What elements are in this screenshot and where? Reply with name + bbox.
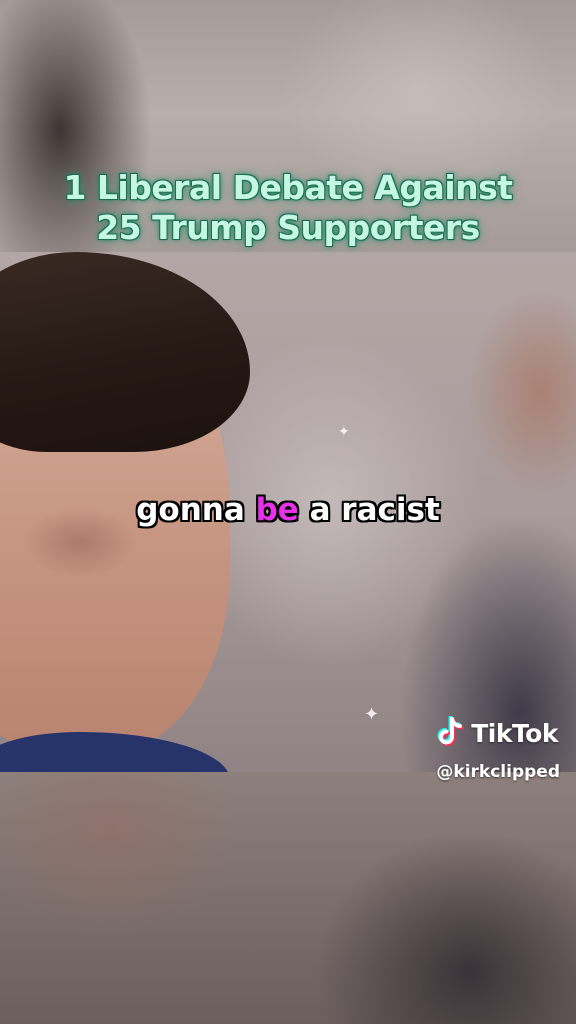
title-line-1: 1 Liberal Debate Against: [63, 168, 513, 207]
video-screen[interactable]: ✦ ✦ 1 Liberal Debate Against 25 Trump Su…: [0, 0, 576, 1024]
caption-text-before: gonna: [136, 492, 256, 528]
caption-highlight-word: be: [255, 492, 299, 528]
title-line-2: 25 Trump Supporters: [96, 208, 480, 247]
sparkle-icon: ✦: [338, 424, 350, 440]
video-title: 1 Liberal Debate Against 25 Trump Suppor…: [0, 168, 576, 248]
creator-handle: @kirkclipped: [436, 762, 560, 782]
blurred-backdrop-bottom: [0, 772, 576, 1024]
tiktok-wordmark: TikTok: [471, 718, 558, 748]
caption-text-after: a racist: [298, 492, 440, 528]
speaker-hair: [0, 252, 250, 452]
tiktok-watermark: TikTok: [435, 715, 558, 750]
tiktok-note-icon: [435, 715, 465, 750]
sparkle-icon: ✦: [364, 704, 380, 725]
subtitle-caption: gonna be a racist: [0, 490, 576, 530]
speaker-shirt: [0, 732, 230, 772]
